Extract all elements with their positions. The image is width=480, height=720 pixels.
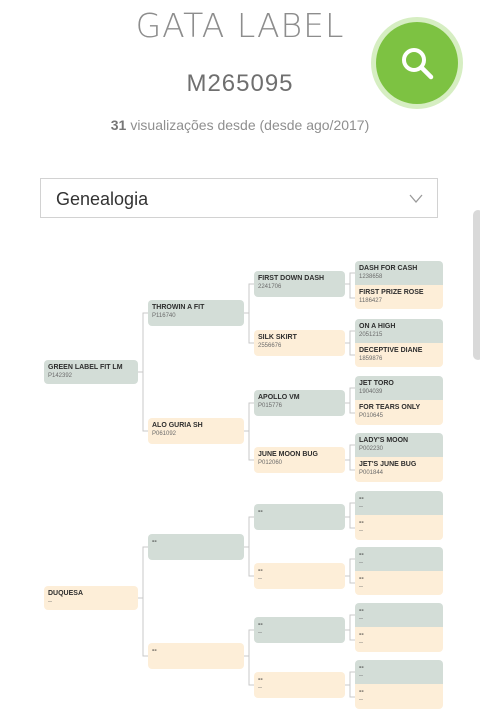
horse-name: DASH FOR CASH (359, 265, 418, 272)
horse-name: -- (359, 688, 364, 695)
horse-name: APOLLO VM (258, 394, 300, 401)
pedigree-gen3-3[interactable]: APOLLO VM P015776 (254, 390, 345, 416)
pedigree-gen3-5[interactable]: -- (254, 504, 345, 530)
pedigree-gen4-pair-6: -- -- -- -- (355, 547, 443, 595)
horse-registration: -- (359, 584, 363, 590)
pedigree-gen4-11[interactable]: -- -- (355, 547, 443, 571)
horse-name: -- (359, 607, 364, 614)
horse-name: FIRST DOWN DASH (258, 275, 325, 282)
horse-registration: P116740 (152, 313, 176, 319)
horse-registration: 2241706 (258, 284, 282, 290)
horse-registration: P002230 (359, 446, 384, 452)
horse-name: JUNE MOON BUG (258, 451, 318, 458)
horse-name: FOR TEARS ONLY (359, 404, 421, 411)
horse-name: THROWIN A FIT (152, 304, 205, 311)
horse-name: -- (359, 631, 364, 638)
horse-name: DUQUESA (48, 590, 84, 597)
pedigree-gen4-pair-8: -- -- -- -- (355, 660, 443, 709)
horse-name: ON A HIGH (359, 323, 396, 330)
pedigree-gen4-8[interactable]: JET'S JUNE BUG P001844 (355, 457, 443, 482)
horse-registration: 2051215 (359, 332, 383, 338)
pedigree-gen4-15[interactable]: -- -- (355, 660, 443, 684)
horse-registration: -- (359, 697, 363, 703)
pedigree-tree: GREEN LABEL FIT LM P142392 DUQUESA -- TH… (0, 0, 480, 720)
horse-name: -- (359, 575, 364, 582)
pedigree-gen4-7[interactable]: LADY'S MOON P002230 (355, 433, 443, 457)
pedigree-gen3-1[interactable]: FIRST DOWN DASH 2241706 (254, 271, 345, 297)
horse-name: -- (258, 621, 263, 628)
horse-name: -- (258, 508, 263, 515)
horse-registration: -- (359, 640, 363, 646)
pedigree-gen4-pair-7: -- -- -- -- (355, 603, 443, 652)
horse-registration: 1186427 (359, 298, 382, 304)
pedigree-gen3-4[interactable]: JUNE MOON BUG P012060 (254, 447, 345, 473)
pedigree-grandsire-maternal[interactable]: -- (148, 534, 244, 560)
horse-registration: 1904039 (359, 389, 383, 395)
pedigree-gen4-12[interactable]: -- -- (355, 571, 443, 595)
horse-registration: -- (258, 685, 262, 691)
horse-registration: -- (258, 630, 262, 636)
horse-name: SILK SKIRT (258, 334, 297, 341)
horse-name: -- (258, 567, 263, 574)
horse-name: FIRST PRIZE ROSE (359, 289, 424, 296)
pedigree-gen4-9[interactable]: -- -- (355, 491, 443, 515)
pedigree-granddam-paternal[interactable]: ALO GURIA SH P061092 (148, 418, 244, 444)
horse-name: -- (359, 551, 364, 558)
horse-registration: P142392 (48, 373, 73, 379)
pedigree-sire[interactable]: GREEN LABEL FIT LM P142392 (44, 360, 138, 384)
pedigree-gen4-6[interactable]: FOR TEARS ONLY P010645 (355, 400, 443, 425)
horse-registration: 1238658 (359, 274, 383, 280)
pedigree-gen4-pair-1: DASH FOR CASH 1238658 FIRST PRIZE ROSE 118… (355, 261, 443, 309)
pedigree-gen4-3[interactable]: ON A HIGH 2051215 (355, 319, 443, 343)
horse-name: JET TORO (359, 380, 394, 387)
horse-name: ALO GURIA SH (152, 422, 203, 429)
horse-name: LADY'S MOON (359, 437, 409, 444)
horse-registration: -- (258, 576, 262, 582)
horse-registration: 2556676 (258, 343, 282, 349)
horse-registration: P010645 (359, 413, 384, 419)
pedigree-gen4-1[interactable]: DASH FOR CASH 1238658 (355, 261, 443, 285)
horse-registration: -- (48, 599, 52, 605)
pedigree-gen4-pair-2: ON A HIGH 2051215 DECEPTIVE DIANE 1859876 (355, 319, 443, 367)
pedigree-gen4-14[interactable]: -- -- (355, 627, 443, 652)
pedigree-gen4-10[interactable]: -- -- (355, 515, 443, 540)
pedigree-gen4-4[interactable]: DECEPTIVE DIANE 1859876 (355, 343, 443, 367)
horse-name: -- (258, 676, 263, 683)
pedigree-dam[interactable]: DUQUESA -- (44, 586, 138, 610)
horse-registration: P012060 (258, 460, 283, 466)
horse-name: -- (359, 495, 364, 502)
horse-registration: 1859876 (359, 356, 383, 362)
horse-registration: P001844 (359, 470, 384, 476)
pedigree-gen4-5[interactable]: JET TORO 1904039 (355, 376, 443, 400)
horse-registration: -- (359, 616, 363, 622)
horse-name: -- (152, 538, 157, 545)
horse-name: -- (152, 647, 157, 654)
horse-registration: -- (359, 560, 363, 566)
horse-registration: -- (359, 504, 363, 510)
pedigree-gen3-7[interactable]: -- -- (254, 617, 345, 643)
pedigree-gen4-13[interactable]: -- -- (355, 603, 443, 627)
pedigree-gen4-2[interactable]: FIRST PRIZE ROSE 1186427 (355, 285, 443, 309)
pedigree-gen3-8[interactable]: -- -- (254, 672, 345, 698)
pedigree-gen4-pair-4: LADY'S MOON P002230 JET'S JUNE BUG P001844 (355, 433, 443, 482)
pedigree-granddam-maternal[interactable]: -- (148, 643, 244, 669)
horse-registration: P061092 (152, 431, 177, 437)
pedigree-gen3-6[interactable]: -- -- (254, 563, 345, 589)
pedigree-grandsire-paternal[interactable]: THROWIN A FIT P116740 (148, 300, 244, 326)
horse-name: GREEN LABEL FIT LM (48, 364, 123, 371)
horse-name: -- (359, 519, 364, 526)
horse-name: DECEPTIVE DIANE (359, 347, 423, 354)
horse-registration: -- (359, 673, 363, 679)
horse-name: -- (359, 664, 364, 671)
pedigree-gen3-2[interactable]: SILK SKIRT 2556676 (254, 330, 345, 356)
horse-registration: P015776 (258, 403, 283, 409)
pedigree-gen4-pair-5: -- -- -- -- (355, 491, 443, 540)
pedigree-gen4-pair-3: JET TORO 1904039 FOR TEARS ONLY P010645 (355, 376, 443, 425)
pedigree-gen4-16[interactable]: -- -- (355, 684, 443, 709)
horse-registration: -- (359, 528, 363, 534)
horse-name: JET'S JUNE BUG (359, 461, 417, 468)
